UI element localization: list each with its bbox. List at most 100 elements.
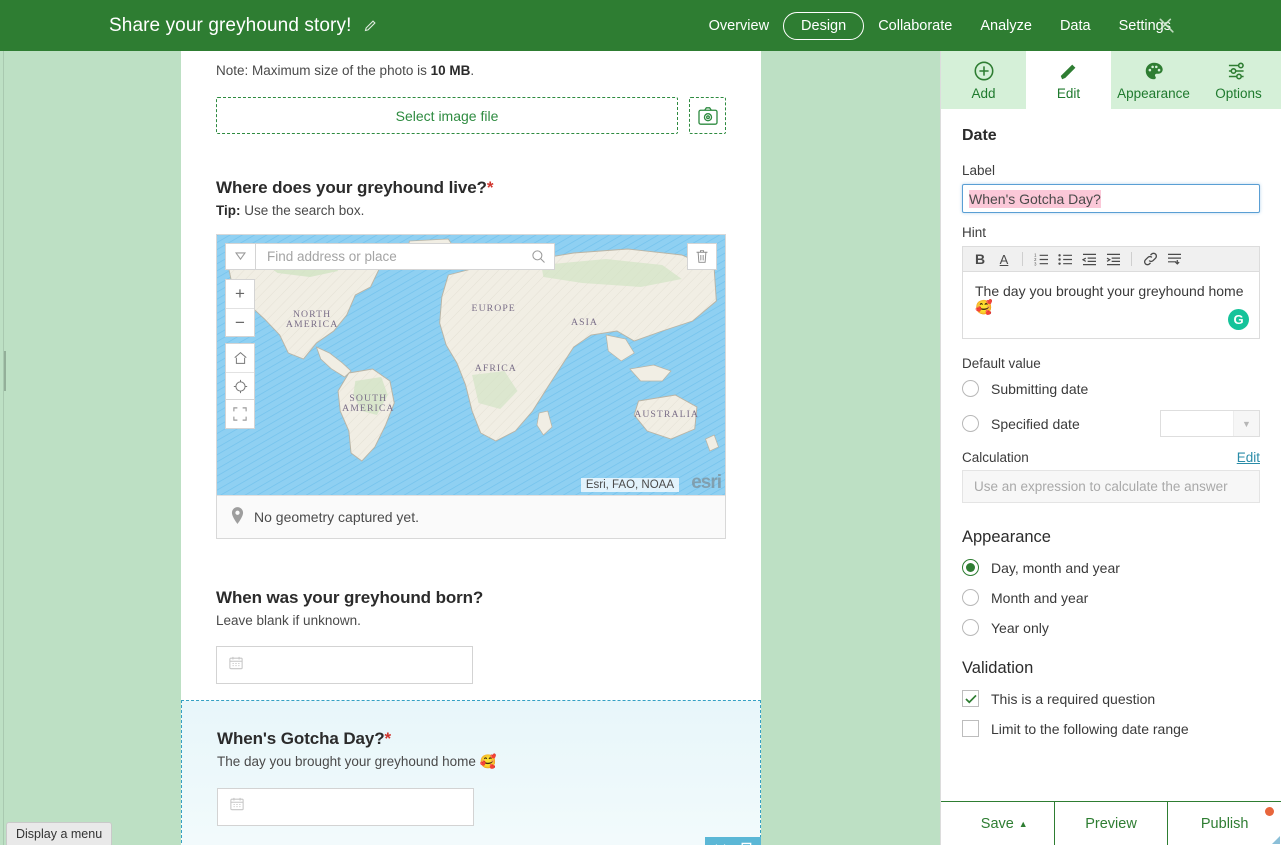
locate-icon[interactable] bbox=[226, 372, 254, 400]
map-search-placeholder[interactable]: Find address or place bbox=[256, 249, 522, 264]
home-icon[interactable] bbox=[226, 344, 254, 372]
hint-text-value[interactable]: The day you brought your greyhound home … bbox=[975, 283, 1244, 315]
panel-body: Date Label When's Gotcha Day? Hint B A 1… bbox=[941, 109, 1281, 801]
radio-day-month-year[interactable] bbox=[962, 559, 979, 576]
insert-field-icon[interactable] bbox=[1164, 249, 1184, 269]
radio-month-year-label: Month and year bbox=[991, 589, 1089, 606]
question-6-inner: 6 When's Gotcha Day?* The day you brough… bbox=[182, 729, 760, 826]
question-4-title-text: Where does your greyhound live? bbox=[216, 178, 487, 197]
esri-logo: esri bbox=[691, 472, 722, 494]
svg-text:ASIA: ASIA bbox=[571, 318, 598, 328]
svg-text:AFRICA: AFRICA bbox=[475, 364, 517, 374]
preview-button[interactable]: Preview bbox=[1053, 802, 1168, 845]
link-icon[interactable] bbox=[1140, 249, 1160, 269]
question-4-title: Where does your greyhound live?* bbox=[216, 178, 726, 198]
edit-title-pencil-icon[interactable] bbox=[362, 18, 378, 34]
trash-icon[interactable] bbox=[687, 243, 717, 271]
svg-text:AMERICA: AMERICA bbox=[286, 320, 338, 330]
text-color-icon[interactable]: A bbox=[994, 249, 1014, 269]
label-input-value[interactable]: When's Gotcha Day? bbox=[969, 189, 1101, 208]
outdent-icon[interactable] bbox=[1079, 249, 1099, 269]
map-canvas[interactable]: NORTH AMERICA SOUTH AMERICA EUROPE AFRIC… bbox=[217, 235, 725, 496]
image-picker-row: Select image file bbox=[181, 97, 761, 134]
toolbar-separator bbox=[1022, 252, 1023, 266]
checkbox-required[interactable] bbox=[962, 690, 979, 707]
question-4-hint-rest: Use the search box. bbox=[240, 203, 365, 218]
gutter-scroll-handle[interactable] bbox=[4, 351, 6, 391]
date-input-6[interactable] bbox=[217, 787, 474, 826]
search-source-toggle[interactable] bbox=[225, 243, 255, 271]
palette-icon bbox=[1143, 59, 1165, 83]
tab-options[interactable]: Options bbox=[1196, 51, 1281, 109]
calculation-input[interactable]: Use an expression to calculate the answe… bbox=[962, 470, 1260, 503]
nav-item-overview[interactable]: Overview bbox=[695, 12, 783, 40]
date-input-5[interactable] bbox=[216, 646, 473, 685]
question-block-4[interactable]: 4 Where does your greyhound live?* Tip: … bbox=[181, 178, 761, 540]
ordered-list-icon[interactable]: 1 2 3 bbox=[1031, 249, 1051, 269]
question-6-title: When's Gotcha Day?* bbox=[217, 729, 725, 749]
radio-row-month-year[interactable]: Month and year bbox=[962, 589, 1260, 606]
publish-button-label: Publish bbox=[1200, 815, 1249, 832]
form-canvas: Note: Maximum size of the photo is 10 MB… bbox=[181, 51, 761, 845]
fullscreen-icon[interactable] bbox=[226, 400, 254, 428]
indent-icon[interactable] bbox=[1103, 249, 1123, 269]
save-dropdown-caret-icon[interactable]: ▲ bbox=[1019, 819, 1028, 829]
checkbox-date-range[interactable] bbox=[962, 720, 979, 737]
nav-item-data[interactable]: Data bbox=[1046, 12, 1105, 40]
map-zoom-in-button[interactable]: + bbox=[226, 280, 254, 308]
camera-icon[interactable] bbox=[689, 97, 726, 134]
map-search-box[interactable]: Find address or place bbox=[255, 243, 555, 271]
tab-edit[interactable]: Edit bbox=[1026, 51, 1111, 109]
bold-icon[interactable]: B bbox=[970, 249, 990, 269]
question-4-hint: Tip: Use the search box. bbox=[216, 202, 726, 220]
specified-date-select[interactable]: ▼ bbox=[1160, 410, 1260, 437]
sliders-icon bbox=[1227, 59, 1251, 83]
question-block-6-selected[interactable]: 6 When's Gotcha Day?* The day you brough… bbox=[181, 700, 761, 845]
question-block-5[interactable]: 5 When was your greyhound born? Leave bl… bbox=[181, 588, 761, 685]
resize-corner-icon[interactable] bbox=[1272, 836, 1280, 844]
checkbox-row-required[interactable]: This is a required question bbox=[962, 690, 1260, 707]
map-home-controls bbox=[225, 343, 255, 402]
hint-editor-body[interactable]: The day you brought your greyhound home … bbox=[963, 272, 1259, 338]
radio-row-day-month-year[interactable]: Day, month and year bbox=[962, 559, 1260, 576]
checkbox-row-date-range[interactable]: Limit to the following date range bbox=[962, 720, 1260, 737]
photo-note-suffix: . bbox=[470, 63, 475, 78]
tab-add[interactable]: Add bbox=[941, 51, 1026, 109]
publish-button[interactable]: Publish bbox=[1167, 802, 1281, 845]
grammarly-icon[interactable]: G bbox=[1228, 309, 1249, 330]
radio-row-submitting-date[interactable]: Submitting date bbox=[962, 380, 1260, 397]
select-image-file-button[interactable]: Select image file bbox=[216, 97, 678, 134]
radio-row-specified-date[interactable]: Specified date ▼ bbox=[962, 410, 1260, 437]
radio-submitting-date[interactable] bbox=[962, 380, 979, 397]
tab-appearance[interactable]: Appearance bbox=[1111, 51, 1196, 109]
validation-section: Validation This is a required question L… bbox=[962, 659, 1260, 737]
save-button-label: Save bbox=[980, 815, 1014, 832]
radio-year-only[interactable] bbox=[962, 619, 979, 636]
right-gutter bbox=[761, 51, 940, 845]
properties-panel: Add Edit Appearance Options Date Label W… bbox=[940, 51, 1281, 845]
save-button[interactable]: Save ▲ bbox=[941, 802, 1054, 845]
status-tooltip: Display a menu bbox=[6, 822, 113, 845]
map-zoom-out-button[interactable]: − bbox=[226, 308, 254, 336]
nav-item-design[interactable]: Design bbox=[783, 11, 865, 40]
nav-item-collaborate[interactable]: Collaborate bbox=[864, 12, 966, 40]
nav-item-analyze[interactable]: Analyze bbox=[966, 12, 1046, 40]
question-tools-bar bbox=[705, 836, 761, 845]
map-zoom-controls: + − bbox=[225, 279, 255, 338]
label-input[interactable]: When's Gotcha Day? bbox=[962, 184, 1260, 213]
label-heading: Label bbox=[962, 163, 996, 178]
calculation-edit-link[interactable]: Edit bbox=[1237, 450, 1260, 465]
unordered-list-icon[interactable] bbox=[1055, 249, 1075, 269]
left-gutter bbox=[0, 51, 181, 845]
unpublished-changes-dot bbox=[1265, 807, 1275, 816]
validation-heading: Validation bbox=[962, 659, 1034, 677]
radio-specified-date[interactable] bbox=[962, 415, 979, 432]
question-4-hint-bold: Tip: bbox=[216, 203, 241, 218]
radio-row-year-only[interactable]: Year only bbox=[962, 619, 1260, 636]
map-attribution: Esri, FAO, NOAA bbox=[580, 478, 679, 493]
chevron-down-icon[interactable]: ▼ bbox=[1233, 411, 1259, 436]
radio-month-year[interactable] bbox=[962, 589, 979, 606]
tab-edit-label: Edit bbox=[1056, 86, 1081, 101]
tools-icon[interactable] bbox=[1157, 16, 1177, 36]
magnifier-icon[interactable] bbox=[522, 244, 554, 269]
